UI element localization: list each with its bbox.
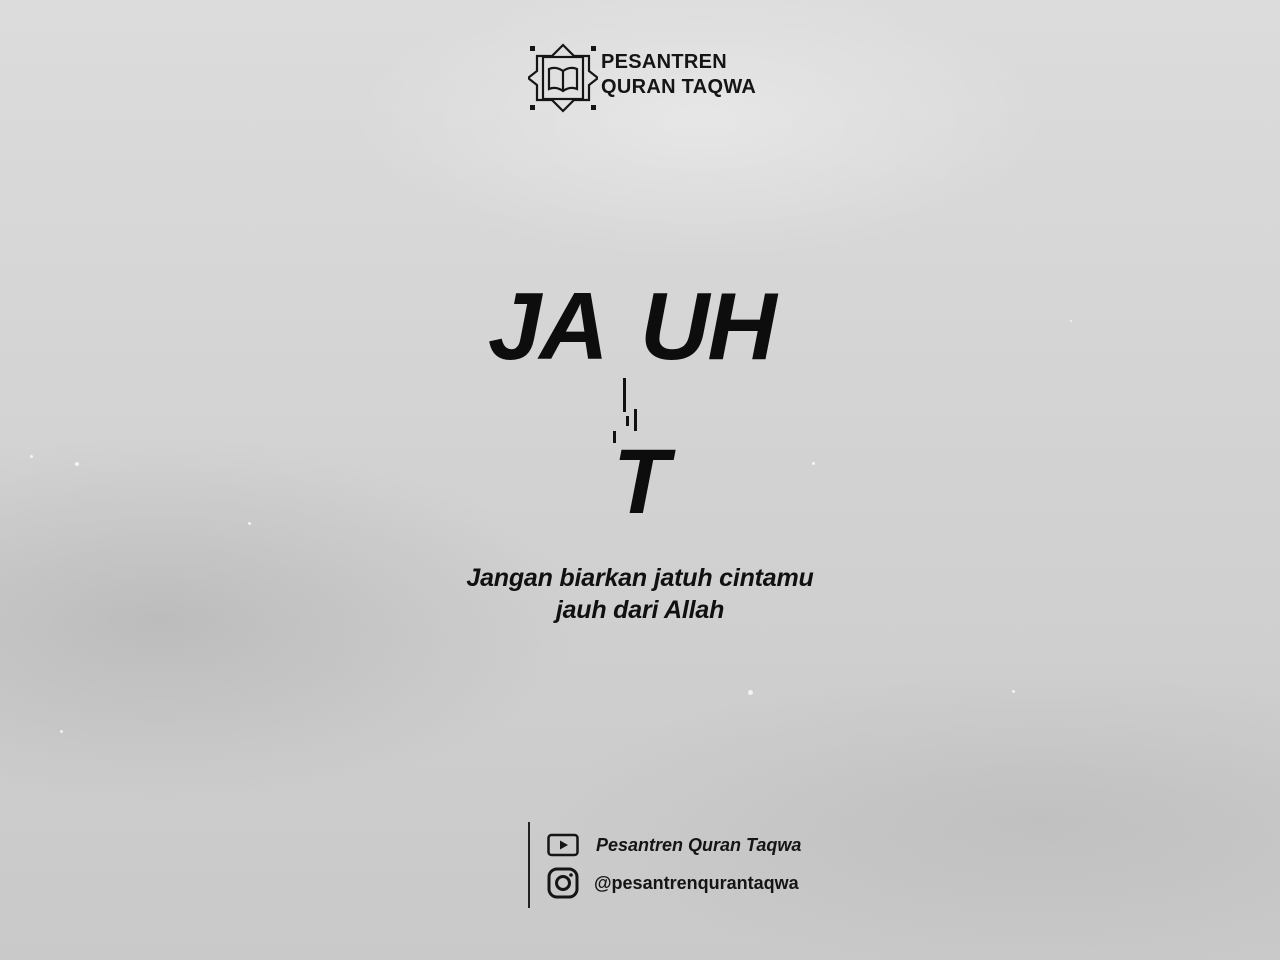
texture-speck [1070,320,1072,322]
headline-part1: JA [488,273,609,380]
texture-speck [748,690,753,695]
texture-speck [75,462,79,466]
tagline-line1: Jangan biarkan jatuh cintamu [466,564,814,592]
open-quran-star-icon [526,42,600,114]
texture-speck [30,455,33,458]
falling-motion-line [626,416,629,426]
tagline-line2: jauh dari Allah [555,596,725,624]
falling-motion-line [623,378,626,412]
instagram-icon [546,866,580,900]
brand-header: PESANTREN QURAN TAQWA [526,42,788,114]
brand-name: PESANTREN QURAN TAQWA [601,50,756,100]
texture-speck [248,522,251,525]
texture-speck [1012,690,1015,693]
youtube-link[interactable]: Pesantren Quran Taqwa [546,828,801,862]
texture-speck [60,730,63,733]
headline-part2: UH [640,273,777,380]
youtube-icon [546,828,580,862]
brand-name-line1: PESANTREN [601,51,728,73]
headline-falling-letter: T [613,431,670,533]
texture-speck [812,462,815,465]
footer-divider [528,822,530,908]
youtube-channel-name: Pesantren Quran Taqwa [596,834,802,855]
brand-name-line2: QURAN TAQWA [601,76,757,98]
instagram-link[interactable]: @pesantrenqurantaqwa [546,866,799,900]
falling-motion-line [634,409,637,431]
instagram-handle: @pesantrenqurantaqwa [594,872,799,893]
